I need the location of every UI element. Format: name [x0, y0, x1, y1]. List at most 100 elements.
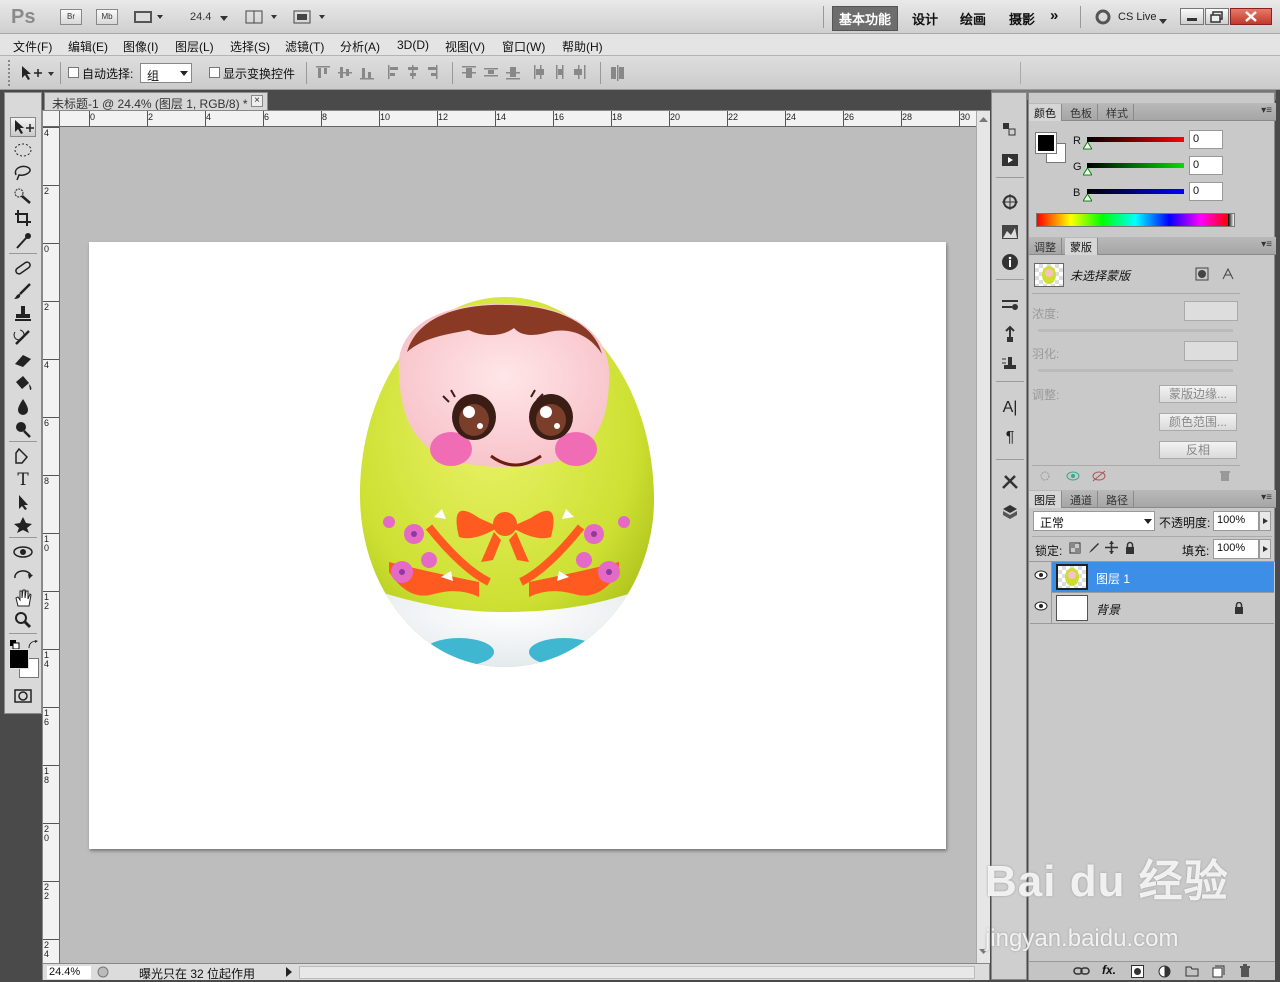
move-tool-icon[interactable] — [10, 117, 36, 137]
menu-window[interactable]: 窗口(W) — [502, 38, 545, 55]
lasso-tool-icon[interactable] — [10, 163, 36, 183]
mask-icon[interactable] — [1131, 965, 1144, 981]
tab-adjustments[interactable]: 调整 — [1029, 238, 1062, 255]
adjustment-icon[interactable] — [1158, 965, 1171, 981]
view-extras-button[interactable] — [133, 9, 165, 25]
group-icon[interactable] — [1185, 965, 1199, 980]
layer1-name[interactable]: 图层 1 — [1096, 570, 1130, 587]
layer-row-layer1[interactable]: 图层 1 — [1030, 562, 1274, 593]
close-window-button[interactable] — [1230, 8, 1272, 25]
paint-bucket-tool-icon[interactable] — [10, 374, 36, 394]
lock-all-icon[interactable] — [1124, 541, 1136, 557]
history-panel-icon[interactable] — [1000, 121, 1020, 139]
menu-3d[interactable]: 3D(D) — [397, 38, 429, 52]
hand-tool-icon[interactable] — [10, 589, 36, 609]
3d-orbit-tool-icon[interactable] — [10, 566, 36, 586]
3d-rotate-tool-icon[interactable] — [10, 543, 36, 563]
color-spectrum-bar[interactable] — [1036, 213, 1235, 227]
zoom-tool-icon[interactable] — [10, 611, 36, 631]
density-slider[interactable] — [1038, 329, 1233, 332]
bridge-button[interactable]: Br — [60, 9, 82, 25]
actions-panel-icon[interactable] — [1000, 151, 1020, 169]
r-slider-thumb-icon[interactable] — [1083, 142, 1092, 150]
r-channel-slider[interactable] — [1087, 137, 1184, 142]
healing-brush-tool-icon[interactable] — [10, 259, 36, 279]
brush-panel-icon[interactable] — [1000, 325, 1020, 343]
menu-help[interactable]: 帮助(H) — [562, 38, 603, 55]
color-panel-menu-icon[interactable]: ▾≡ — [1261, 105, 1272, 116]
clone-source-panel-icon[interactable] — [1000, 355, 1020, 373]
invert-button[interactable]: 反相 — [1159, 441, 1237, 459]
menu-select[interactable]: 选择(S) — [230, 38, 270, 55]
path-selection-tool-icon[interactable] — [10, 493, 36, 513]
navigator-panel-icon[interactable] — [1000, 193, 1020, 211]
fill-input[interactable]: 100% — [1213, 539, 1259, 559]
vertical-ruler[interactable]: 4 2 0 2 4 6 8 10 12 14 16 18 20 22 24 — [43, 127, 60, 963]
link-icon[interactable] — [1073, 965, 1091, 980]
tab-channels[interactable]: 通道 — [1065, 491, 1098, 508]
pen-tool-icon[interactable] — [10, 447, 36, 467]
menu-view[interactable]: 视图(V) — [445, 38, 485, 55]
fx-icon[interactable]: fx. — [1102, 963, 1116, 977]
delete-mask-icon[interactable] — [1219, 470, 1231, 485]
tab-swatches[interactable]: 色板 — [1065, 104, 1098, 121]
type-tool-icon[interactable]: T — [10, 470, 36, 490]
quick-mask-icon[interactable] — [10, 687, 36, 707]
histogram-panel-icon[interactable] — [1000, 223, 1020, 241]
clone-stamp-tool-icon[interactable] — [10, 305, 36, 325]
vertical-scrollbar[interactable] — [976, 111, 990, 963]
document-canvas[interactable] — [89, 242, 946, 849]
workspace-essentials[interactable]: 基本功能 — [832, 6, 899, 31]
restore-button[interactable] — [1205, 8, 1229, 25]
brush-presets-panel-icon[interactable] — [1000, 295, 1020, 313]
lock-transparency-icon[interactable] — [1069, 542, 1081, 557]
background-layer-name[interactable]: 背景 — [1096, 601, 1120, 618]
info-panel-icon[interactable] — [1000, 253, 1020, 271]
tab-paths[interactable]: 路径 — [1101, 491, 1134, 508]
apply-mask-icon[interactable] — [1065, 470, 1081, 485]
eraser-tool-icon[interactable] — [10, 351, 36, 371]
disable-mask-icon[interactable] — [1091, 470, 1107, 485]
opacity-input[interactable]: 100% — [1213, 511, 1259, 531]
3d-panel-icon[interactable] — [1000, 503, 1020, 521]
feather-input[interactable] — [1184, 341, 1238, 361]
zoom-level[interactable]: 24.4 — [190, 11, 211, 23]
crop-tool-icon[interactable] — [10, 209, 36, 229]
b-slider-thumb-icon[interactable] — [1083, 194, 1092, 202]
document-tab[interactable]: 未标题-1 @ 24.4% (图层 1, RGB/8) * × — [44, 92, 268, 111]
mini-bridge-button[interactable]: Mb — [96, 9, 118, 25]
auto-select-target-select[interactable]: 组 — [140, 63, 192, 83]
status-menu-arrow-icon[interactable] — [284, 966, 294, 981]
auto-select-checkbox[interactable] — [68, 67, 79, 78]
tab-styles[interactable]: 样式 — [1101, 104, 1134, 121]
blend-mode-select[interactable]: 正常 — [1033, 511, 1155, 531]
tab-color[interactable]: 颜色 — [1029, 104, 1062, 121]
marquee-tool-icon[interactable] — [10, 141, 36, 161]
load-selection-icon[interactable] — [1039, 470, 1051, 485]
g-slider-thumb-icon[interactable] — [1083, 168, 1092, 176]
tool-presets-panel-icon[interactable] — [1000, 473, 1020, 491]
color-foreground-swatch[interactable] — [1035, 132, 1057, 154]
ruler-origin[interactable] — [43, 111, 60, 127]
add-vector-mask-icon[interactable] — [1221, 267, 1235, 284]
history-brush-tool-icon[interactable] — [10, 328, 36, 348]
workspace-painting[interactable]: 绘画 — [960, 9, 986, 28]
density-input[interactable] — [1184, 301, 1238, 321]
lock-position-icon[interactable] — [1105, 541, 1118, 557]
cslive-label[interactable]: CS Live — [1118, 11, 1157, 23]
horizontal-ruler[interactable]: 0 2 4 6 8 10 12 14 16 18 20 22 24 26 28 30 — [60, 111, 976, 127]
new-layer-icon[interactable] — [1212, 965, 1225, 981]
brush-tool-icon[interactable] — [10, 282, 36, 302]
auto-align-layers-icon[interactable] — [610, 65, 626, 84]
menu-image[interactable]: 图像(I) — [123, 38, 158, 55]
lock-image-icon[interactable] — [1087, 542, 1099, 557]
menu-edit[interactable]: 编辑(E) — [68, 38, 108, 55]
cslive-dropdown-icon[interactable] — [1159, 14, 1167, 28]
layer-row-background[interactable]: 背景 — [1030, 593, 1274, 624]
eyedropper-tool-icon[interactable] — [10, 232, 36, 252]
feather-slider[interactable] — [1038, 369, 1233, 372]
cslive-icon[interactable] — [1095, 9, 1111, 28]
zoom-dropdown-icon[interactable] — [219, 12, 229, 26]
background-visibility-eye-icon[interactable] — [1033, 601, 1049, 615]
menu-filter[interactable]: 滤镜(T) — [285, 38, 324, 55]
